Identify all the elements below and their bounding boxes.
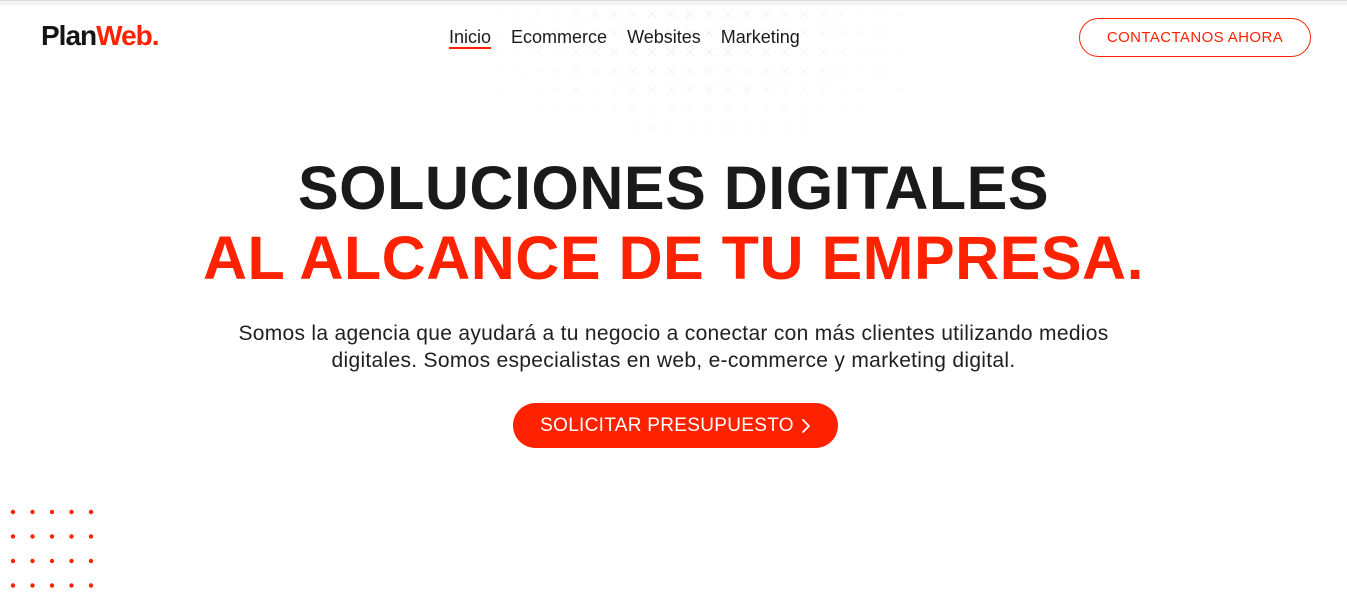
nav-link-ecommerce[interactable]: Ecommerce	[511, 25, 607, 49]
nav-link-marketing[interactable]: Marketing	[721, 25, 800, 49]
request-quote-button[interactable]: SOLICITAR PRESUPUESTO	[513, 403, 838, 448]
request-quote-label: SOLICITAR PRESUPUESTO	[540, 414, 794, 436]
navbar: PlanWeb. Inicio Ecommerce Websites Marke…	[0, 4, 1347, 68]
hero-title-line1: SOLUCIONES DIGITALES	[297, 154, 1050, 222]
dot-grid-icon	[10, 509, 94, 588]
nav-link-inicio[interactable]: Inicio	[449, 25, 491, 49]
hero-description: Somos la agencia que ayudará a tu negoci…	[238, 322, 1109, 372]
nav-link-websites[interactable]: Websites	[627, 25, 701, 49]
logo-text-plan: Plan	[41, 20, 97, 51]
logo[interactable]: PlanWeb.	[41, 17, 160, 55]
main-nav: Inicio Ecommerce Websites Marketing	[449, 24, 820, 50]
logo-text-web: Web.	[96, 20, 159, 51]
hero-title-line2: AL ALCANCE DE TU EMPRESA.	[202, 224, 1145, 292]
contact-button[interactable]: CONTACTANOS AHORA	[1079, 18, 1311, 57]
chevron-right-icon	[801, 418, 810, 433]
